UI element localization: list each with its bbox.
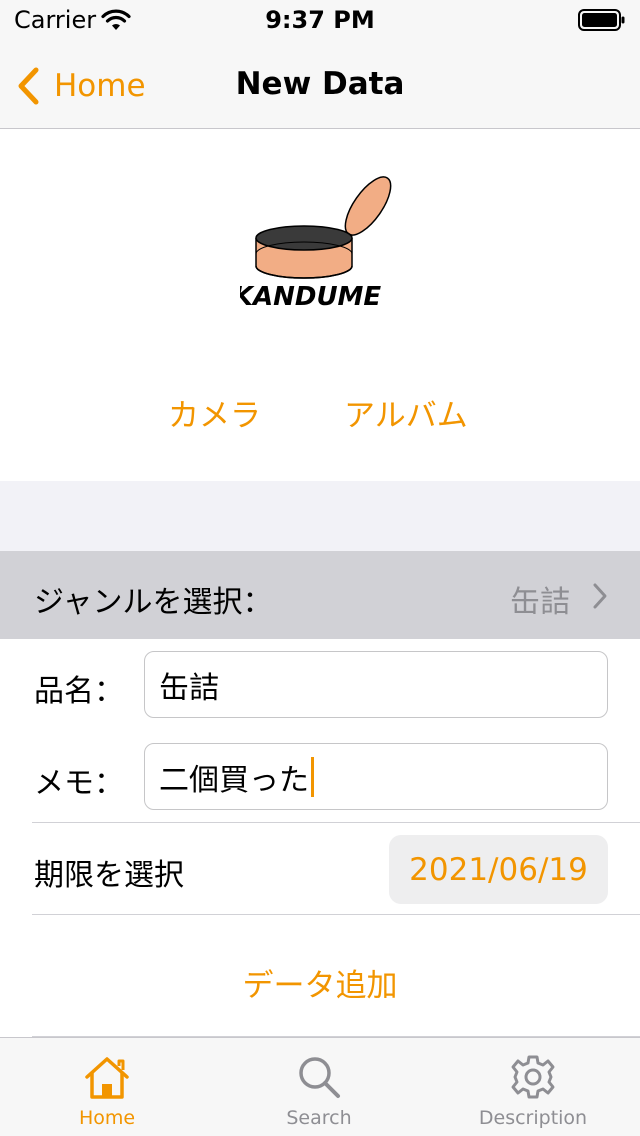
status-time: 9:37 PM	[265, 6, 375, 34]
add-data-button[interactable]: データ追加	[0, 960, 640, 1005]
tab-home-label: Home	[78, 1107, 136, 1129]
genre-label: ジャンルを選択：	[34, 585, 273, 620]
tab-search[interactable]: Search	[239, 1053, 399, 1129]
genre-value: 缶詰	[510, 585, 570, 620]
divider	[32, 822, 640, 823]
logo-text: KANDUME	[240, 282, 381, 312]
battery-icon	[578, 9, 625, 31]
divider	[32, 914, 640, 915]
gear-icon	[511, 1055, 555, 1099]
date-picker-button[interactable]: 2021/06/19	[389, 835, 608, 904]
tab-description-label: Description	[478, 1107, 588, 1129]
memo-field-value: 二個買った	[159, 762, 309, 798]
tab-description[interactable]: Description	[453, 1053, 613, 1129]
memo-field[interactable]: 二個買った	[144, 743, 608, 810]
text-cursor	[311, 756, 314, 797]
deadline-label: 期限を選択	[34, 858, 184, 893]
chevron-right-icon	[593, 583, 607, 609]
tab-search-label: Search	[286, 1107, 352, 1129]
page-title: New Data	[235, 66, 405, 102]
name-label: 品名：	[34, 674, 124, 709]
magnifier-icon	[299, 1057, 340, 1098]
name-field[interactable]: 缶詰	[144, 651, 608, 718]
section-gap	[0, 481, 640, 551]
album-button[interactable]: アルバム	[344, 390, 468, 435]
name-field-value: 缶詰	[159, 670, 219, 706]
memo-label: メモ：	[34, 766, 124, 801]
kandume-logo: KANDUME	[240, 176, 392, 312]
tab-home[interactable]: Home	[27, 1053, 187, 1129]
house-icon	[85, 1057, 129, 1099]
date-picker-value: 2021/06/19	[409, 851, 588, 888]
camera-button[interactable]: カメラ	[168, 390, 261, 435]
